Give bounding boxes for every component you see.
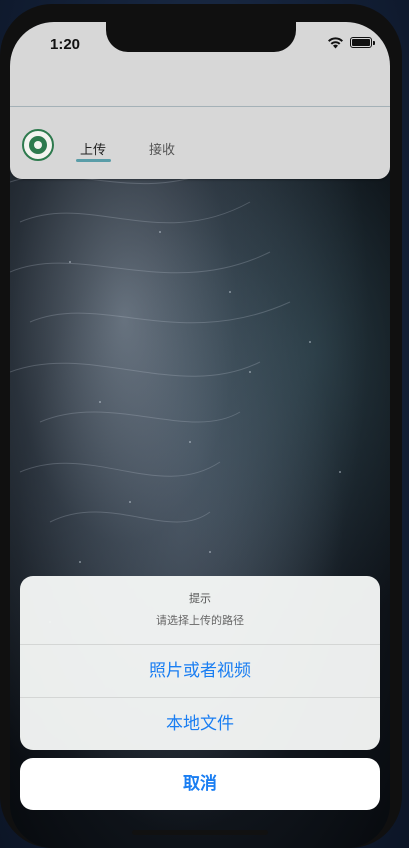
- action-sheet-title: 提示: [189, 592, 211, 605]
- action-sheet-message: 请选择上传的路径: [156, 614, 244, 627]
- tab-receive[interactable]: 接收: [149, 139, 175, 158]
- battery-icon: [350, 37, 375, 48]
- status-icons: [327, 36, 375, 49]
- phone-frame: 1:20 上传 接收 提示 请选择上传的路径 照片或者视频 本地文件 取消: [0, 4, 402, 848]
- wifi-icon: [328, 37, 343, 49]
- nav-bar: [10, 62, 390, 107]
- photo-or-video-button[interactable]: 照片或者视频: [20, 645, 380, 698]
- action-sheet: 提示 请选择上传的路径 照片或者视频 本地文件: [20, 576, 380, 750]
- school-logo: [22, 129, 54, 161]
- cancel-button[interactable]: 取消: [20, 758, 380, 810]
- notch: [106, 22, 296, 52]
- tab-upload[interactable]: 上传: [80, 139, 106, 158]
- home-indicator[interactable]: [132, 830, 268, 835]
- status-time: 1:20: [50, 36, 81, 53]
- tab-bar: 上传 接收: [10, 107, 390, 179]
- local-file-button[interactable]: 本地文件: [20, 698, 380, 750]
- tab-active-indicator: [76, 159, 111, 162]
- action-sheet-header: 提示 请选择上传的路径: [20, 576, 380, 645]
- screen: 1:20 上传 接收 提示 请选择上传的路径 照片或者视频 本地文件 取消: [10, 22, 390, 848]
